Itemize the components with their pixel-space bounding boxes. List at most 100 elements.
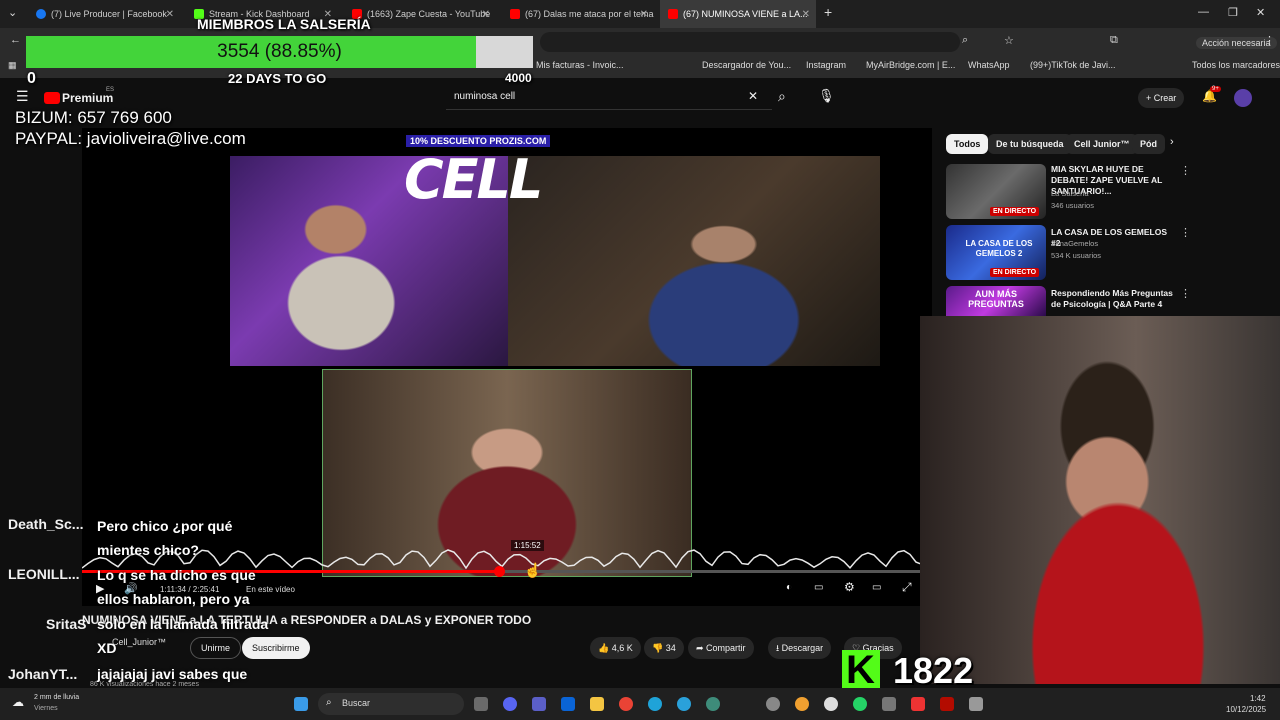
start-icon[interactable] (294, 697, 308, 711)
tab-facebook[interactable]: (7) Live Producer | Facebook ✕ (28, 0, 180, 28)
acrobat-icon[interactable] (940, 697, 954, 711)
sidebar-thumb-3[interactable]: AUN MÁS PREGUNTAS (946, 286, 1046, 316)
folder-icon[interactable] (590, 697, 604, 711)
bookmark-tiktok[interactable]: (99+)TikTok de Javi... (1030, 60, 1115, 70)
overlay-title: MIEMBROS LA SALSERÍA (197, 16, 371, 32)
taskbar-search-label: Buscar (342, 698, 371, 708)
live-badge: EN DIRECTO (990, 207, 1040, 216)
chip-cell-junior[interactable]: Cell Junior™ (1066, 134, 1138, 154)
microphone-icon[interactable]: 🎙 (818, 88, 835, 104)
zoom-icon[interactable]: ⌕ (962, 34, 968, 47)
bookmark-instagram[interactable]: Instagram (806, 60, 846, 70)
dislike-button[interactable]: 👎 34 (644, 637, 684, 659)
like-button[interactable]: 👍 4,6 K (590, 637, 641, 659)
app-icon[interactable] (824, 697, 838, 711)
sidebar-channel-1[interactable]: La Salseria (1051, 189, 1089, 198)
address-bar[interactable] (540, 32, 960, 52)
window-close-button[interactable]: ✕ (1256, 6, 1265, 19)
chip-podcasts[interactable]: Pód (1132, 134, 1165, 154)
telegram-icon[interactable] (677, 697, 691, 711)
app-icon[interactable] (969, 697, 983, 711)
search-value: numinosa cell (454, 91, 516, 102)
youtube-icon (510, 9, 520, 19)
members-goal-bar: 3554 (88.85%) (26, 36, 533, 68)
paypal-text: PAYPAL: javioliveira@live.com (15, 129, 246, 148)
more-icon[interactable]: ⋮ (1180, 287, 1191, 300)
search-input[interactable]: numinosa cell ✕ (446, 86, 772, 110)
obs-icon[interactable] (766, 697, 780, 711)
pdf-icon[interactable] (911, 697, 925, 711)
close-icon[interactable]: ✕ (640, 9, 648, 20)
vpn-icon[interactable] (706, 697, 720, 711)
bookmark-whatsapp[interactable]: WhatsApp (968, 60, 1010, 70)
task-view-icon[interactable] (474, 697, 488, 711)
chip-todos[interactable]: Todos (946, 134, 989, 154)
mouse-cursor-icon: ☝ (524, 562, 542, 578)
new-tab-button[interactable]: + (824, 4, 832, 20)
chrome-icon[interactable] (619, 697, 633, 711)
kick-letter: K (846, 648, 875, 692)
share-button[interactable]: ➦ Compartir (688, 637, 754, 659)
tab-label: (7) Live Producer | Facebook (51, 9, 167, 19)
weather-text: 2 mm de lluvia (34, 694, 80, 701)
avatar[interactable] (1234, 89, 1252, 107)
tab-youtube-dalas[interactable]: (67) Dalas me ataca por el tema ✕ (502, 0, 654, 28)
close-icon[interactable]: ✕ (482, 9, 490, 20)
subtitles-icon[interactable]: ▭ (814, 582, 823, 593)
app-icon[interactable] (882, 697, 896, 711)
app-icon[interactable] (795, 697, 809, 711)
taskbar-search[interactable]: ⌕ Buscar (318, 693, 464, 715)
chevron-right-icon[interactable]: › (1170, 136, 1174, 148)
back-icon[interactable]: ← (10, 34, 21, 46)
edge-icon[interactable] (648, 697, 662, 711)
sidebar-title-3[interactable]: Respondiendo Más Preguntas de Psicología… (1051, 288, 1176, 310)
windows-taskbar: ☁ 2 mm de lluvia Viernes ⌕ Buscar 1:42 1… (0, 688, 1280, 720)
chat-username: SritaS (46, 616, 87, 632)
hover-time-tooltip: 1:15:52 (511, 540, 544, 551)
fullscreen-icon[interactable]: ⤢ (902, 580, 912, 595)
bookmark-all[interactable]: Todos los marcadores (1192, 60, 1280, 70)
more-icon[interactable]: ⋮ (1180, 226, 1191, 239)
close-icon[interactable]: ✕ (166, 9, 174, 20)
apps-icon[interactable]: ▦ (8, 60, 17, 71)
teams-icon[interactable] (532, 697, 546, 711)
create-button[interactable]: + Crear (1138, 88, 1185, 108)
theater-mode-icon[interactable]: ▭ (872, 582, 881, 593)
minimize-button[interactable]: — (1198, 6, 1209, 18)
star-icon[interactable]: ☆ (1004, 34, 1014, 47)
close-icon[interactable]: ✕ (802, 9, 810, 20)
search-icon[interactable]: ⌕ (778, 88, 786, 105)
tab-youtube-active[interactable]: (67) NUMINOSA VIENE a LA... ✕ (660, 0, 816, 28)
discord-icon[interactable] (503, 697, 517, 711)
like-count: 4,6 K (611, 643, 633, 653)
goal-max: 4000 (505, 71, 532, 85)
youtube-logo-icon[interactable] (44, 92, 60, 104)
whatsapp-icon[interactable] (853, 697, 867, 711)
clear-icon[interactable]: ✕ (748, 89, 758, 103)
kick-viewer-count: 1822 (893, 650, 974, 691)
maximize-button[interactable]: ❐ (1228, 6, 1238, 19)
more-icon[interactable]: ⋮ (1180, 164, 1191, 177)
kick-logo: K (842, 648, 880, 692)
promo-badge: 10% DESCUENTO PROZIS.COM (406, 135, 551, 147)
progress-scrubber[interactable] (493, 566, 505, 577)
sidebar-channel-2[interactable]: ZonaGemelos (1051, 239, 1098, 248)
autoplay-toggle[interactable]: ◐ (786, 582, 792, 593)
settings-icon[interactable]: ⚙ (844, 580, 855, 594)
bookmark-facturas[interactable]: Mis facturas - Invoic... (536, 60, 624, 70)
outlook-icon[interactable] (561, 697, 575, 711)
hamburger-icon[interactable]: ☰ (16, 88, 29, 105)
sidebar-meta-2: 534 K usuarios (1051, 251, 1102, 260)
tab-list-icon[interactable]: ⌄ (8, 6, 17, 19)
extensions-icon[interactable]: ⧉ (1110, 34, 1118, 47)
menu-icon[interactable]: ⋮ (1264, 34, 1275, 47)
weather-sub: Viernes (34, 705, 58, 712)
bookmark-descargador[interactable]: Descargador de You... (702, 60, 791, 70)
weather-icon[interactable]: ☁ (12, 695, 24, 709)
thumb-text-2: LA CASA DE LOS GEMELOS 2 (965, 239, 1033, 258)
tab-label: (67) Dalas me ataca por el tema (525, 9, 654, 19)
chip-busqueda[interactable]: De tu búsqueda (988, 134, 1072, 154)
download-button[interactable]: ⭳ Descargar (768, 637, 832, 659)
browser-tab-strip: ⌄ (7) Live Producer | Facebook ✕ Stream … (0, 0, 1280, 28)
bookmark-myairbridge[interactable]: MyAirBridge.com | E... (866, 60, 955, 70)
